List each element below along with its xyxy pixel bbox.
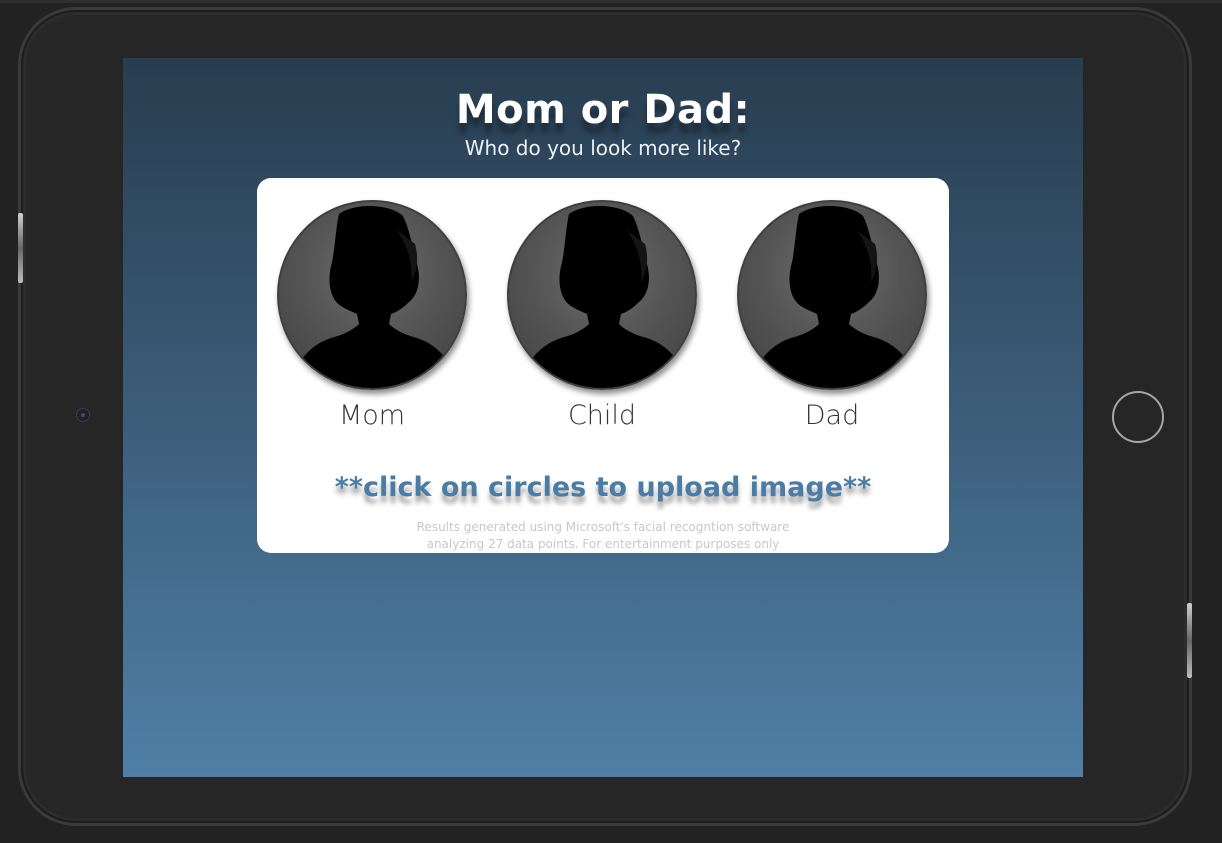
top-edge: [0, 0, 1222, 3]
mom-label: Mom: [338, 400, 406, 431]
child-label: Child: [567, 400, 637, 431]
disclaimer-line-2: analyzing 27 data points. For entertainm…: [426, 537, 780, 551]
person-silhouette-icon[interactable]: [737, 200, 927, 390]
upload-card: Mom Child Dad **click on circles to uplo…: [257, 178, 949, 553]
app-screen: Mom or Dad: Who do you look more like? M…: [123, 58, 1083, 777]
child-upload-slot[interactable]: Child: [507, 200, 697, 440]
page-title: Mom or Dad:: [455, 87, 751, 133]
mom-upload-slot[interactable]: Mom: [277, 200, 467, 440]
disclaimer-line-1: Results generated using Microsoft's faci…: [416, 520, 790, 534]
home-button[interactable]: [1112, 391, 1164, 443]
camera-icon: [76, 408, 90, 422]
person-silhouette-icon[interactable]: [507, 200, 697, 390]
upload-instructions: **click on circles to upload image**: [334, 472, 872, 503]
page-subtitle: Who do you look more like?: [464, 136, 742, 160]
disclaimer: Results generated using Microsoft's faci…: [257, 519, 949, 553]
dad-upload-slot[interactable]: Dad: [737, 200, 927, 440]
power-button: [1187, 603, 1192, 678]
dad-label: Dad: [804, 400, 860, 431]
person-silhouette-icon[interactable]: [277, 200, 467, 390]
volume-button: [18, 213, 23, 283]
